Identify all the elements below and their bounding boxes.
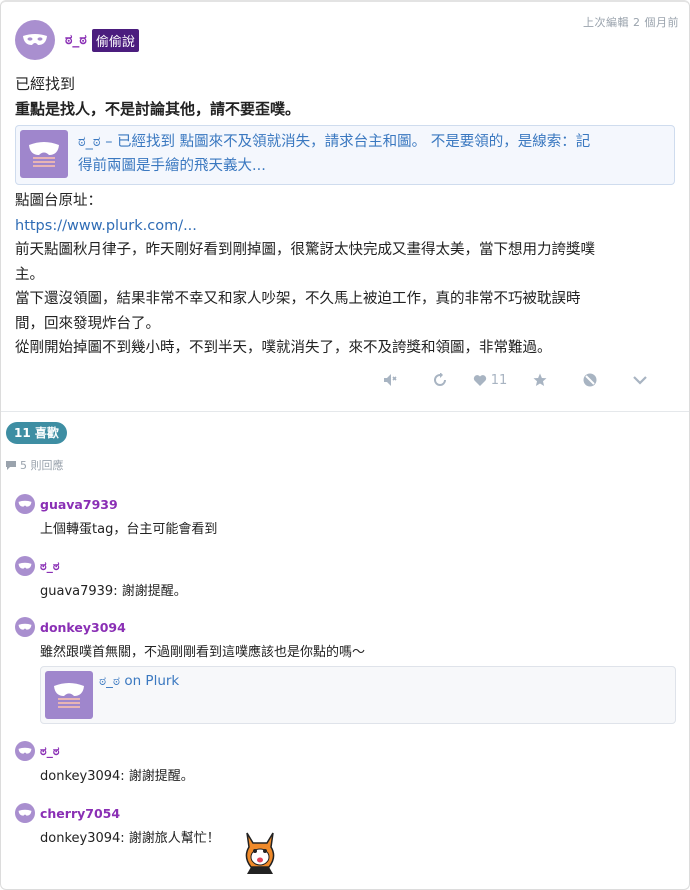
quoted-plurk-card[interactable]: ಠ_ಠ – 已經找到 點圖來不及領就消失，請求台主和圖。 不是要領的，是線索：記… (15, 125, 675, 185)
divider (1, 411, 689, 412)
reply-count-text: 5 則回應 (20, 459, 64, 472)
more-button[interactable] (615, 368, 665, 392)
quoted-text: ಠ_ಠ – 已經找到 點圖來不及領就消失，請求台主和圖。 不是要領的，是線索：記… (78, 130, 590, 180)
like-button[interactable]: 11 (465, 368, 515, 392)
replurk-button[interactable] (415, 368, 465, 392)
fox-emoticon (245, 832, 275, 874)
mute-icon (384, 374, 397, 386)
response-item: ಠ_ಠ guava7939: 謝謝提醒。 (15, 556, 187, 599)
response-author[interactable]: guava7939 (40, 497, 118, 512)
response-text: donkey3094: 謝謝提醒。 (40, 769, 194, 784)
chevron-down-icon (633, 376, 647, 385)
mask-icon (18, 747, 32, 754)
edited-timestamp: 上次編輯 2 個月前 (583, 16, 679, 29)
mask-icon (23, 34, 47, 45)
mask-icon (18, 623, 32, 630)
quoted-text-line-1: ಠ_ಠ – 已經找到 點圖來不及領就消失，請求台主和圖。 不是要領的，是線索：記 (78, 134, 591, 150)
response-author[interactable]: donkey3094 (40, 620, 126, 635)
block-button[interactable] (565, 368, 615, 392)
mask-icon (29, 142, 59, 167)
avatar[interactable] (15, 20, 55, 60)
avatar[interactable] (15, 494, 35, 514)
mute-button[interactable] (365, 368, 415, 392)
para-1-line-1: 前天點圖秋月律子，昨天剛好看到剛掉圖，很驚訝太快完成又畫得太美，當下想用力誇獎噗 (15, 242, 595, 258)
response-text: donkey3094: 謝謝旅人幫忙！ (40, 831, 220, 846)
response-item: ಠ_ಠ donkey3094: 謝謝提醒。 (15, 741, 194, 784)
linked-thumbnail (45, 671, 93, 719)
heart-icon (473, 374, 486, 386)
author-name[interactable]: ಠ_ಠ (65, 32, 87, 48)
source-label: 點圖台原址： (15, 193, 102, 209)
linked-card-text: ಠ_ಠ on Plurk (99, 673, 180, 689)
avatar[interactable] (15, 556, 35, 576)
replurk-icon (434, 373, 446, 386)
avatar[interactable] (15, 617, 35, 637)
mask-icon (18, 562, 32, 569)
mask-icon (18, 500, 32, 507)
para-2-line-2: 間，回來發現炸台了。 (15, 315, 160, 332)
mask-icon (54, 683, 84, 708)
response-text: 雖然跟噗首無關，不過剛剛看到這噗應該也是你點的嗎～ (40, 645, 366, 660)
favorite-button[interactable] (515, 368, 565, 392)
post-line-2: 重點是找人，不是討論其他，請不要歪噗。 (15, 99, 301, 118)
qualifier-badge: 偷偷說 (91, 28, 139, 52)
post-line-1: 已經找到 (15, 75, 76, 93)
avatar[interactable] (15, 741, 35, 761)
response-item: donkey3094 雖然跟噗首無關，不過剛剛看到這噗應該也是你點的嗎～ ಠ_ಠ… (15, 617, 676, 724)
response-author[interactable]: cherry7054 (40, 806, 120, 821)
response-text: 上個轉蛋tag，台主可能會看到 (40, 522, 218, 537)
plurk-window: ಠ_ಠ 偷偷說 上次編輯 2 個月前 已經找到 重點是找人，不是討論其他，請不要… (0, 0, 690, 890)
linked-plurk-card[interactable]: ಠ_ಠ on Plurk (40, 666, 676, 724)
para-2-line-1: 當下還沒領圖，結果非常不幸又和家人吵架，不久馬上被迫工作，真的非常不巧被耽誤時 (15, 291, 581, 307)
response-item: cherry7054 donkey3094: 謝謝旅人幫忙！ (15, 803, 220, 846)
quoted-thumbnail (20, 130, 68, 178)
like-count: 11 (490, 372, 508, 388)
quoted-text-line-2: 得前兩圖是手繪的飛天義大... (78, 158, 266, 174)
post-content: 已經找到 重點是找人，不是討論其他，請不要歪噗。 ಠ_ಠ – 已經找到 點圖來不… (15, 72, 679, 361)
action-bar: 11 (365, 368, 665, 392)
block-icon (583, 373, 597, 387)
response-author[interactable]: ಠ_ಠ (40, 558, 59, 574)
para-1-line-2: 主。 (15, 266, 44, 283)
source-link[interactable]: https://www.plurk.com/... (15, 214, 679, 239)
response-text: guava7939: 謝謝提醒。 (40, 584, 187, 599)
reply-count: 5 則回應 (5, 457, 64, 473)
likes-badge[interactable]: 11 喜歡 (6, 422, 67, 444)
response-author[interactable]: ಠ_ಠ (40, 743, 59, 759)
avatar[interactable] (15, 803, 35, 823)
star-icon (533, 373, 547, 386)
response-item: guava7939 上個轉蛋tag，台主可能會看到 (15, 494, 217, 537)
para-3: 從剛開始掉圖不到幾小時，不到半天，噗就消失了，來不及誇獎和領圖，非常難過。 (15, 340, 552, 356)
post-header: ಠ_ಠ 偷偷說 (15, 20, 139, 60)
mask-icon (18, 809, 32, 816)
speech-bubble-icon (6, 460, 16, 470)
